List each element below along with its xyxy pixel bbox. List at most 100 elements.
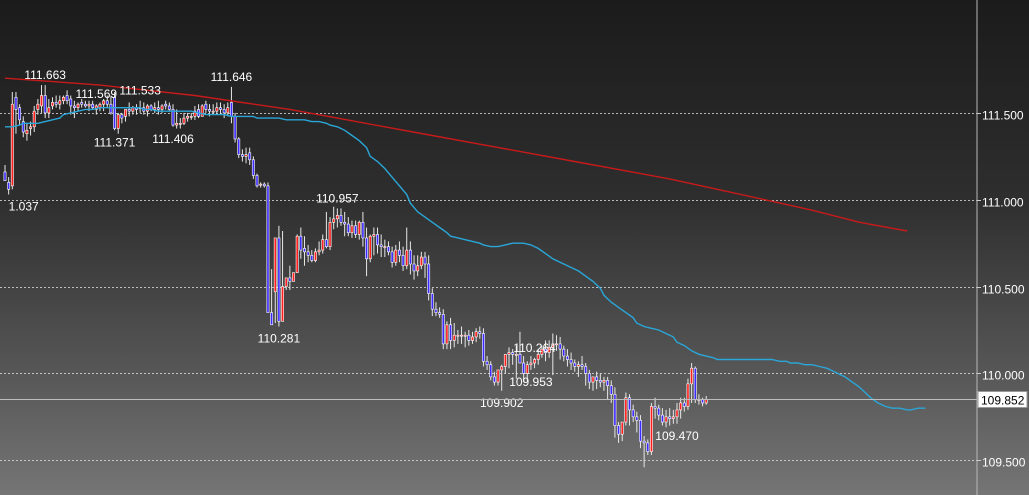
candle-body: [69, 98, 73, 107]
candlestick-chart: 111.663 111.569 111.533 111.646 111.371 111.4…: [0, 0, 1029, 495]
candle-body: [339, 215, 343, 223]
candle-body: [306, 251, 310, 256]
candle-body: [602, 380, 606, 383]
candle-body: [160, 105, 164, 110]
candle-body: [233, 116, 237, 140]
candle-body: [690, 367, 694, 385]
candle-body: [445, 324, 449, 345]
candle-body: [36, 103, 40, 110]
candle-body: [646, 442, 650, 452]
candle-body: [595, 376, 599, 381]
candle-body: [664, 416, 668, 423]
y-tick-label: 110.000: [982, 369, 1025, 383]
candle-body: [456, 334, 460, 337]
candle-body: [18, 107, 22, 121]
candle-body: [573, 362, 577, 367]
candle-body: [613, 393, 617, 426]
candle-body: [452, 334, 456, 341]
candle-body: [124, 109, 127, 117]
candle-body: [208, 109, 211, 112]
candle-body: [248, 152, 252, 161]
candle-body: [146, 105, 149, 112]
candle-body: [211, 110, 215, 113]
candle-body: [390, 251, 394, 263]
candle-body: [438, 312, 442, 315]
candle-body: [273, 237, 277, 293]
candle-body: [65, 95, 69, 102]
candle-body: [558, 343, 562, 350]
candle-body: [412, 263, 416, 272]
candle-body: [54, 102, 58, 105]
candle-body: [679, 402, 683, 411]
y-tick-label: 111.500: [982, 109, 1024, 123]
candle-body: [175, 123, 179, 126]
candle-body: [281, 286, 284, 322]
candle-body: [576, 364, 580, 367]
candle-body: [120, 114, 124, 119]
candle-body: [266, 185, 270, 313]
candle-body: [43, 95, 47, 114]
price-annotation: 111.533: [119, 84, 161, 98]
candle-body: [350, 225, 354, 234]
candle-body: [230, 102, 233, 117]
price-annotation: 109.470: [655, 429, 699, 443]
candle-body: [292, 272, 295, 282]
candle-body: [87, 103, 91, 107]
candle-body: [29, 126, 32, 129]
price-annotation: 110.281: [258, 332, 301, 346]
candle-body: [226, 107, 230, 114]
candle-body: [423, 256, 427, 265]
candle-body: [606, 380, 610, 386]
candle-body: [584, 366, 588, 374]
candle-body: [427, 263, 431, 294]
candle-body: [668, 416, 672, 419]
candle-body: [631, 409, 635, 418]
candle-body: [240, 154, 244, 157]
candle-body: [624, 397, 628, 423]
candle-body: [591, 376, 595, 383]
candle-body: [642, 440, 646, 444]
candle-body: [657, 407, 661, 416]
candle-body: [182, 117, 186, 124]
candle-body: [675, 409, 679, 418]
candle-body: [405, 249, 409, 267]
candle-body: [262, 183, 266, 187]
candle-body: [40, 95, 43, 107]
candle-body: [310, 255, 314, 261]
candle-body: [587, 373, 591, 383]
candle-body: [83, 103, 87, 107]
candle-body: [376, 234, 379, 246]
candle-body: [533, 359, 536, 364]
candle-body: [314, 251, 317, 261]
candle-body: [357, 222, 361, 235]
candle-body: [566, 355, 569, 360]
candle-body: [178, 123, 182, 125]
candle-body: [471, 336, 474, 341]
price-annotation: 111.569: [75, 87, 117, 101]
candle-body: [617, 425, 620, 435]
candle-body: [682, 402, 686, 407]
y-tick-label: 111.000: [982, 196, 1024, 210]
candle-body: [460, 334, 463, 337]
candle-body: [485, 360, 489, 366]
candle-body: [10, 103, 14, 187]
candle-body: [686, 383, 690, 407]
candle-body: [361, 222, 365, 239]
candle-body: [127, 109, 131, 112]
price-annotations: 111.663 111.569 111.533 111.646 111.371 111.4…: [9, 68, 699, 443]
candle-body: [639, 420, 642, 442]
price-axis: 111.500 111.000 110.500 110.000 109.500: [977, 109, 1026, 470]
current-price-label: 109.852: [981, 394, 1025, 408]
candle-body: [569, 359, 573, 364]
candle-body: [474, 331, 478, 338]
price-annotation: 1.037: [9, 200, 39, 214]
candle-body: [113, 96, 116, 129]
price-annotation: 111.663: [24, 68, 66, 82]
candle-body: [317, 249, 321, 253]
candle-body: [401, 255, 405, 267]
candle-body: [671, 416, 675, 419]
candle-body: [394, 249, 398, 263]
candle-body: [51, 102, 54, 107]
candle-body: [259, 183, 263, 186]
candle-body: [408, 249, 412, 265]
